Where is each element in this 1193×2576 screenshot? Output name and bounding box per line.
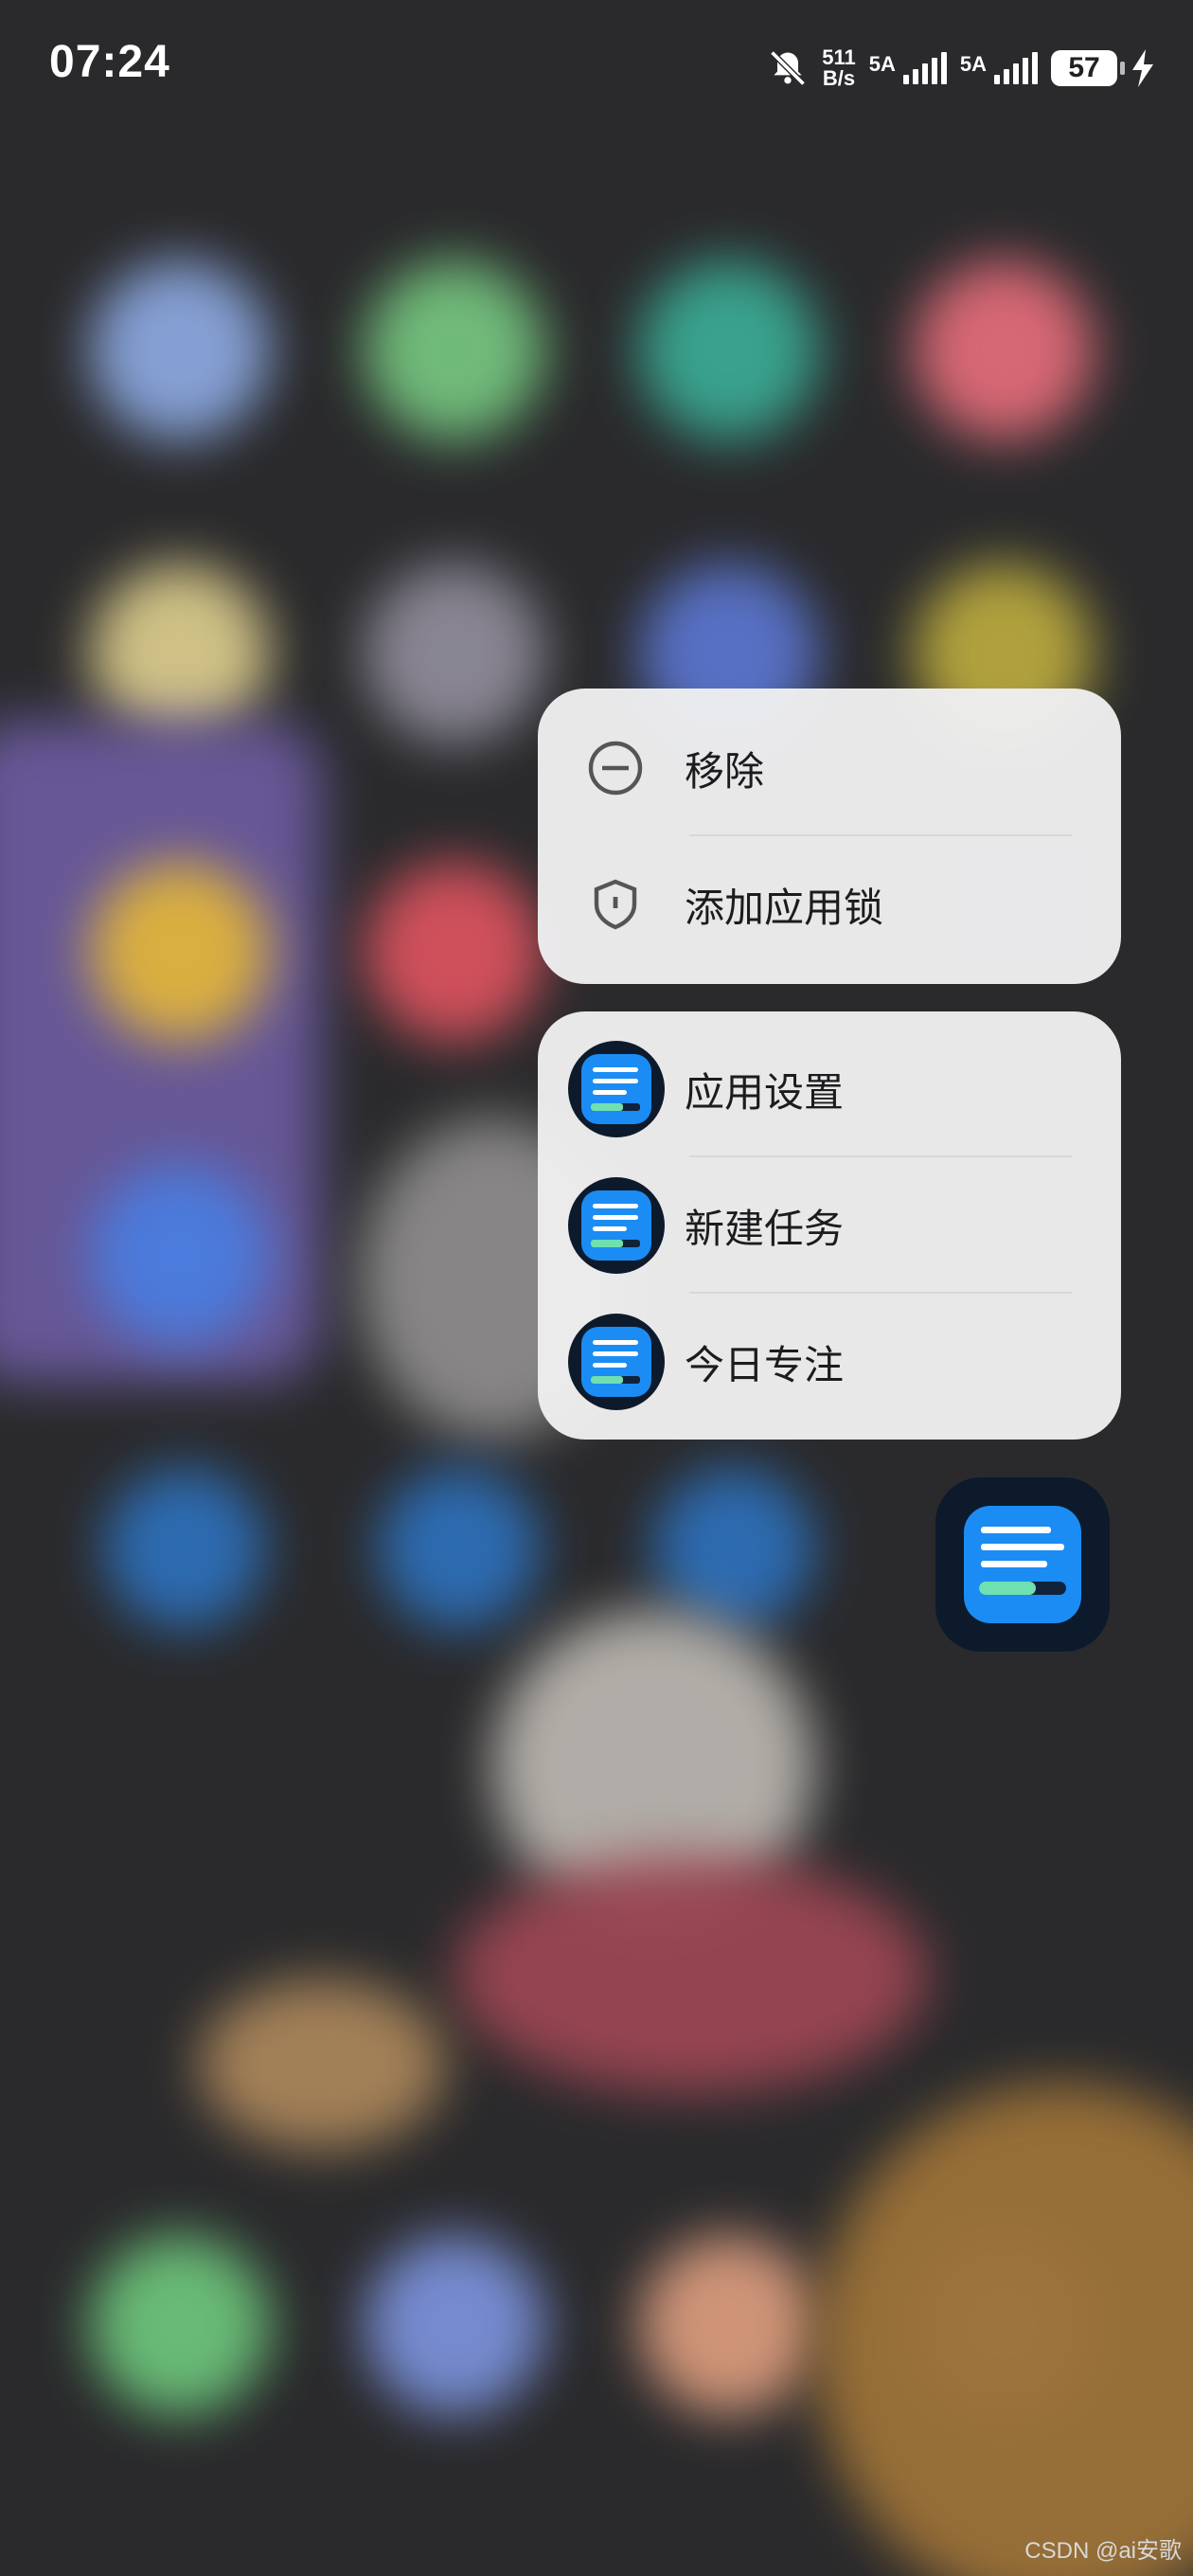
signal-icon: 5A bbox=[960, 52, 1038, 84]
status-bar: 07:24 511 B/s 5A 5A 57 bbox=[0, 0, 1193, 142]
blurred-app-icon bbox=[653, 1468, 814, 1629]
selected-app-icon[interactable] bbox=[935, 1477, 1110, 1652]
blurred-dock-icon bbox=[90, 2235, 270, 2415]
menu-item-label: 今日专注 bbox=[685, 1341, 845, 1388]
blurred-app-icon bbox=[379, 1468, 540, 1629]
blurred-shape bbox=[454, 1856, 928, 2093]
shortcut-app-settings[interactable]: 应用设置 bbox=[538, 1021, 1121, 1157]
clock: 07:24 bbox=[49, 37, 170, 87]
menu-item-label: 新建任务 bbox=[685, 1205, 845, 1252]
battery-level: 57 bbox=[1068, 52, 1100, 83]
menu-item-label: 添加应用锁 bbox=[685, 884, 884, 931]
watermark: CSDN @ai安歌 bbox=[1024, 2538, 1182, 2564]
status-icons: 511 B/s 5A 5A 57 bbox=[767, 44, 1155, 93]
context-menu-shortcuts: 应用设置 新建任务 今日专注 bbox=[538, 1011, 1121, 1440]
blurred-app-icon bbox=[90, 260, 270, 440]
app-icon bbox=[568, 1177, 665, 1274]
shield-lock-icon bbox=[585, 874, 646, 935]
battery-icon: 57 bbox=[1051, 50, 1125, 86]
blurred-dock-icon bbox=[639, 2235, 819, 2415]
app-icon bbox=[568, 1314, 665, 1410]
blurred-app-icon bbox=[104, 1468, 265, 1629]
blurred-app-icon bbox=[365, 862, 544, 1042]
blurred-shape bbox=[814, 2084, 1193, 2576]
signal-label: 5A bbox=[959, 52, 987, 76]
blurred-app-icon bbox=[365, 564, 544, 743]
menu-item-remove[interactable]: 移除 bbox=[538, 700, 1121, 836]
blurred-app-icon bbox=[90, 564, 270, 743]
net-speed: 511 B/s bbox=[822, 47, 856, 89]
menu-item-label: 移除 bbox=[685, 747, 765, 795]
menu-item-add-app-lock[interactable]: 添加应用锁 bbox=[538, 836, 1121, 973]
minus-circle-icon bbox=[585, 738, 646, 798]
net-speed-unit: B/s bbox=[822, 66, 856, 90]
charging-icon bbox=[1132, 49, 1153, 87]
bell-mute-icon bbox=[770, 50, 807, 86]
shortcut-new-task[interactable]: 新建任务 bbox=[538, 1157, 1121, 1294]
blurred-app-icon bbox=[365, 260, 544, 440]
context-menu-actions: 移除 添加应用锁 bbox=[538, 689, 1121, 984]
app-icon bbox=[964, 1506, 1081, 1623]
signal-label: 5A bbox=[868, 52, 896, 76]
menu-item-label: 应用设置 bbox=[685, 1068, 845, 1116]
app-icon bbox=[568, 1041, 665, 1137]
blurred-shape bbox=[199, 1979, 445, 2150]
blurred-app-icon bbox=[914, 260, 1094, 440]
blurred-dock-icon bbox=[365, 2235, 544, 2415]
net-speed-value: 511 bbox=[822, 45, 856, 69]
shortcut-today-focus[interactable]: 今日专注 bbox=[538, 1294, 1121, 1430]
signal-icon: 5A bbox=[869, 52, 947, 84]
blurred-app-icon bbox=[90, 1165, 270, 1345]
blurred-app-icon bbox=[639, 260, 819, 440]
blurred-app-icon bbox=[90, 862, 270, 1042]
